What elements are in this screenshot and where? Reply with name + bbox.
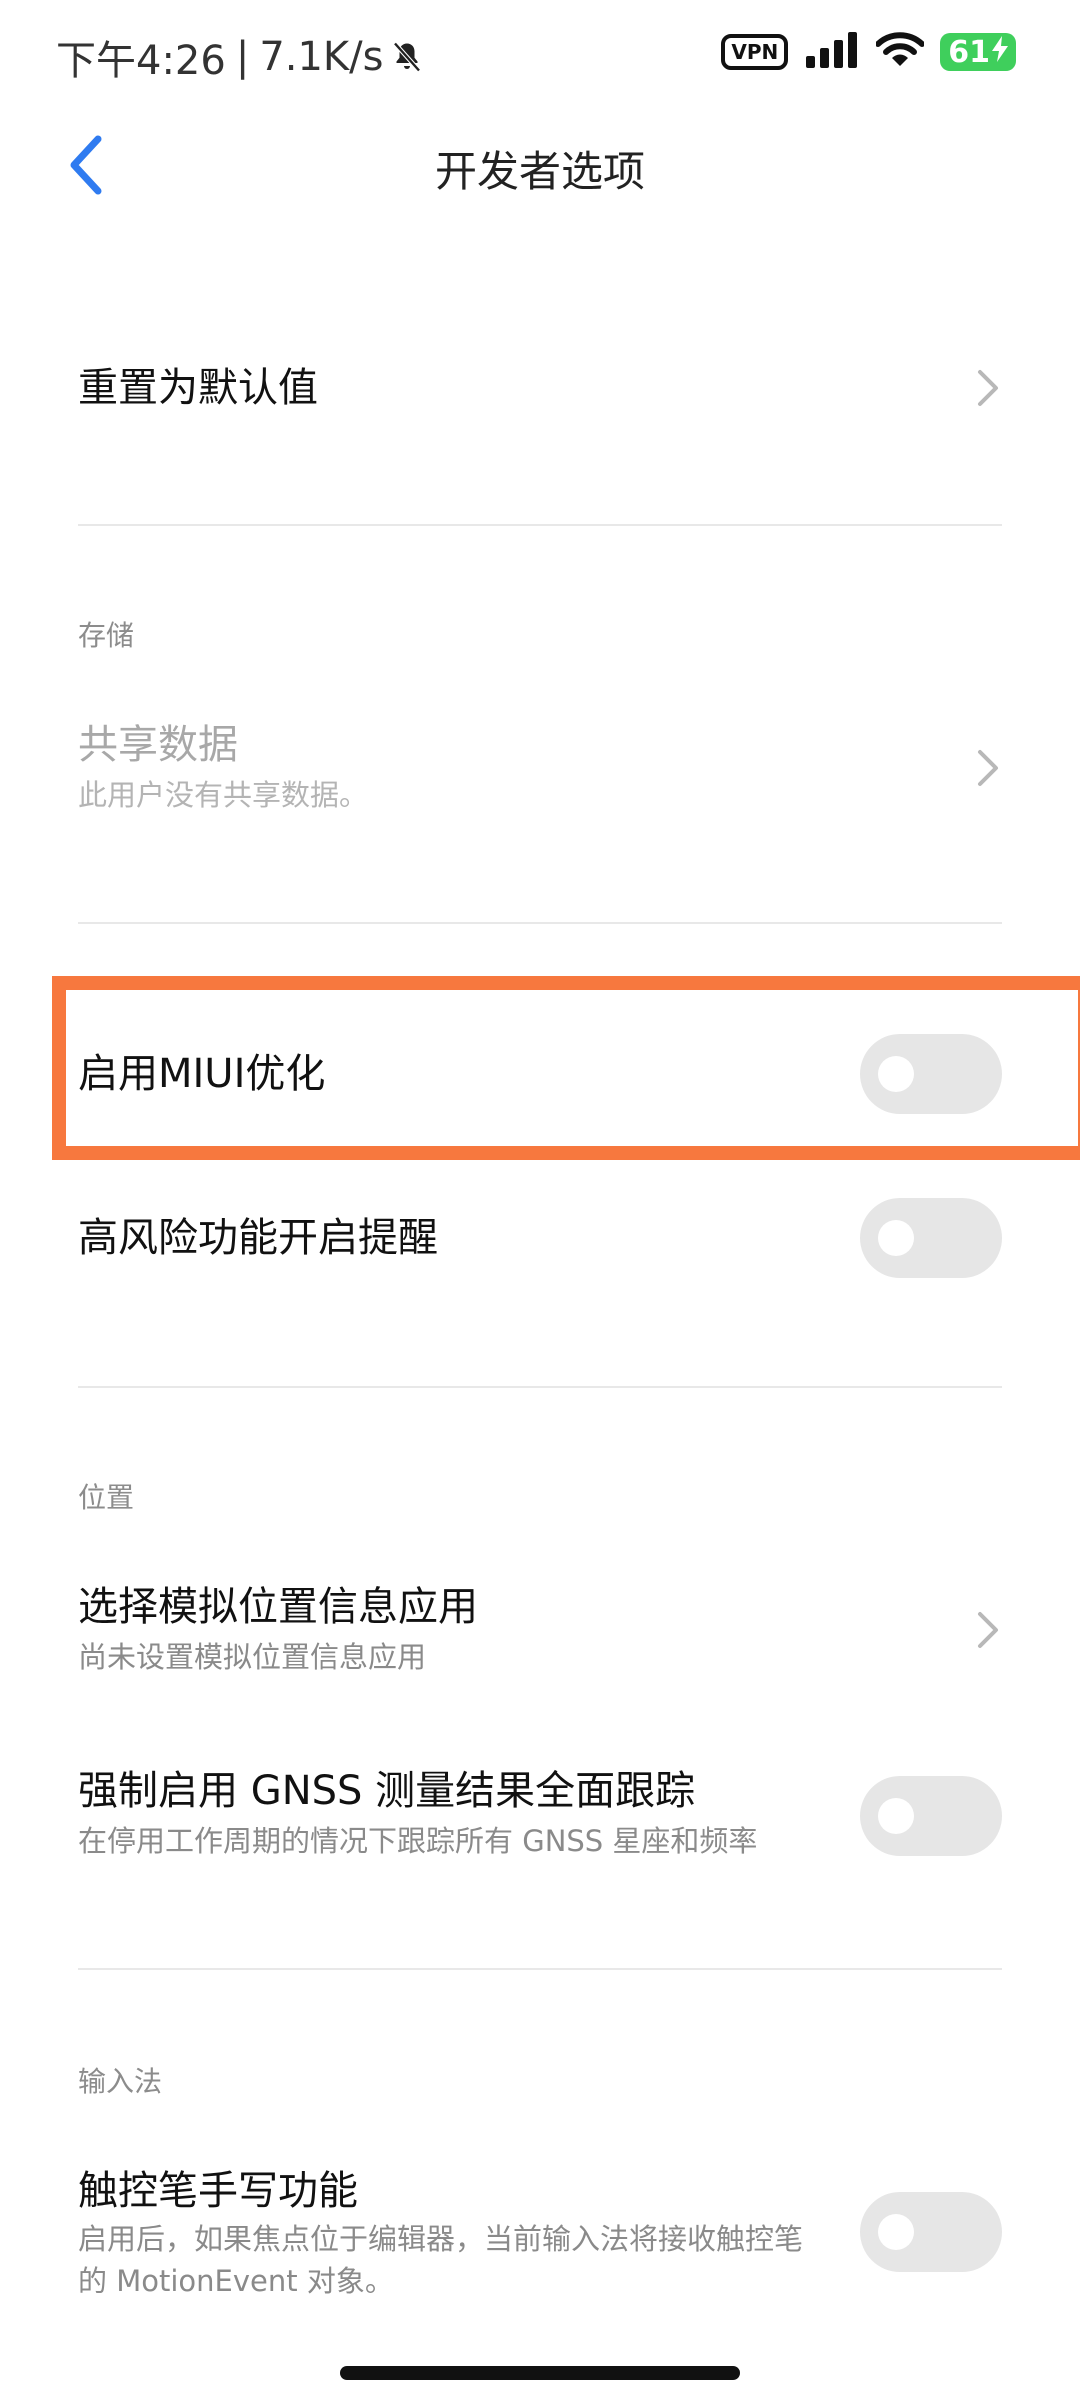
vpn-icon: VPN: [721, 34, 789, 70]
page-title: 开发者选项: [434, 147, 645, 196]
shared-data-title: 共享数据: [78, 722, 238, 768]
divider: [78, 922, 1002, 924]
miui-optimization-item[interactable]: 启用MIUI优化: [78, 1034, 1002, 1114]
battery-icon: 61: [940, 33, 1016, 71]
mock-location-subtitle: 尚未设置模拟位置信息应用: [78, 1640, 427, 1674]
mock-location-title: 选择模拟位置信息应用: [78, 1584, 478, 1630]
mock-location-item[interactable]: 选择模拟位置信息应用 尚未设置模拟位置信息应用: [78, 1582, 1002, 1682]
chevron-right-icon: [978, 1612, 998, 1648]
status-net-speed: 7.1K/s: [259, 34, 384, 80]
charging-icon: [992, 35, 1008, 70]
divider: [78, 1386, 1002, 1388]
wifi-icon: [875, 32, 926, 72]
reset-default-title: 重置为默认值: [78, 365, 318, 411]
stylus-handwriting-title: 触控笔手写功能: [78, 2168, 358, 2214]
section-header-location: 位置: [78, 1481, 135, 1514]
toggle-knob: [878, 1056, 914, 1092]
signal-icon: [804, 32, 860, 72]
chevron-right-icon: [978, 750, 998, 786]
stylus-handwriting-item[interactable]: 触控笔手写功能 启用后，如果焦点位于编辑器，当前输入法将接收触控笔 的 Moti…: [78, 2166, 1002, 2316]
stylus-handwriting-subtitle-line2: 的 MotionEvent 对象。: [78, 2264, 394, 2298]
status-time: 下午4:26: [56, 38, 226, 84]
section-header-storage: 存储: [78, 619, 135, 652]
divider: [78, 1968, 1002, 1970]
bell-muted-icon: [389, 39, 425, 75]
miui-optimization-toggle[interactable]: [860, 1034, 1002, 1114]
reset-default-item[interactable]: 重置为默认值: [78, 352, 1002, 424]
stylus-handwriting-toggle[interactable]: [860, 2192, 1002, 2272]
status-bar: 下午4:26 | 7.1K/s VPN 61: [0, 0, 1080, 110]
gnss-item[interactable]: 强制启用 GNSS 测量结果全面跟踪 在停用工作周期的情况下跟踪所有 GNSS …: [78, 1766, 1002, 1866]
section-header-input: 输入法: [78, 2065, 163, 2098]
divider: [78, 524, 1002, 526]
status-separator: |: [235, 34, 250, 80]
gnss-toggle[interactable]: [860, 1776, 1002, 1856]
toggle-knob: [878, 1220, 914, 1256]
shared-data-item[interactable]: 共享数据 此用户没有共享数据。: [78, 720, 1002, 820]
chevron-right-icon: [978, 370, 998, 406]
developer-options-screen: 下午4:26 | 7.1K/s VPN 61 开发者选项 重置为默认值 存储 共…: [0, 0, 1080, 2400]
shared-data-subtitle: 此用户没有共享数据。: [78, 778, 369, 812]
toggle-knob: [878, 1798, 914, 1834]
status-right: VPN 61: [721, 32, 1016, 72]
status-left: 下午4:26 | 7.1K/s: [56, 28, 425, 86]
home-indicator[interactable]: [340, 2366, 740, 2380]
high-risk-reminder-item[interactable]: 高风险功能开启提醒: [78, 1198, 1002, 1278]
battery-level: 61: [948, 34, 990, 70]
toggle-knob: [878, 2214, 914, 2250]
high-risk-reminder-toggle[interactable]: [860, 1198, 1002, 1278]
header: 开发者选项: [0, 110, 1080, 220]
